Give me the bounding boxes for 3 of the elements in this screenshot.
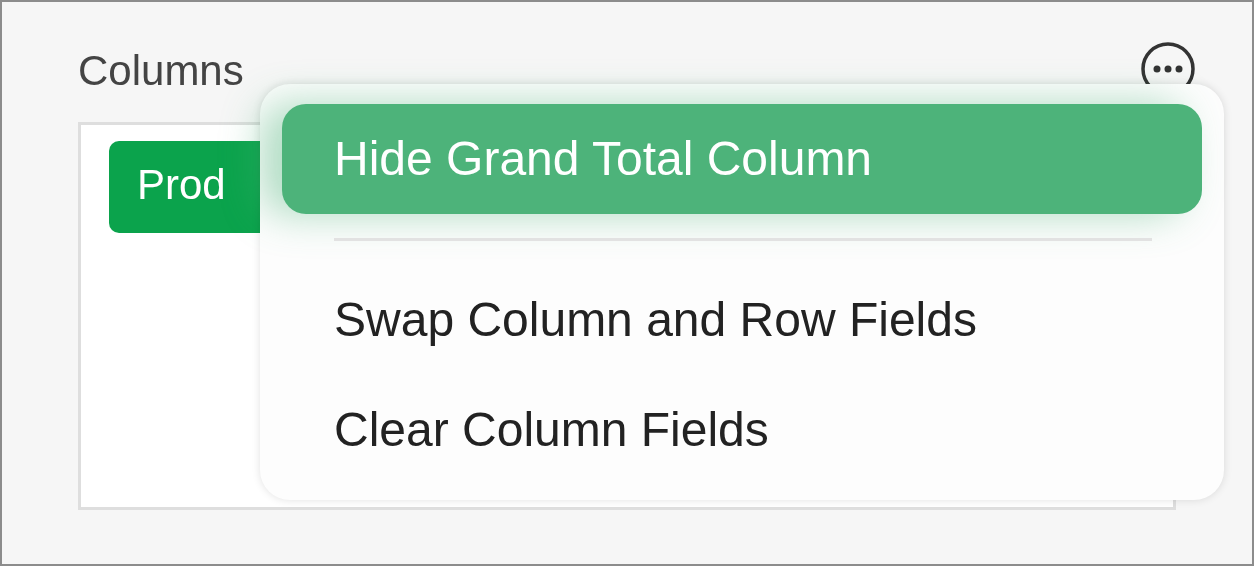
menu-item[interactable]: Swap Column and Row Fields xyxy=(282,265,1202,375)
section-title: Columns xyxy=(78,47,244,95)
menu-item[interactable]: Clear Column Fields xyxy=(282,375,1202,485)
